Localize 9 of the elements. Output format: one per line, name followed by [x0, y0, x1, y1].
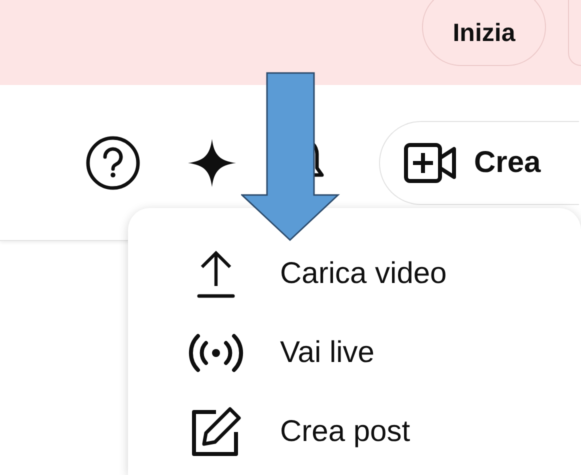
create-button[interactable]: Crea: [379, 121, 579, 205]
menu-item[interactable]: Crea post: [128, 392, 581, 471]
broadcast-icon: [188, 332, 244, 372]
help-icon[interactable]: [85, 135, 141, 191]
menu-item[interactable]: Carica video: [128, 234, 581, 313]
edit-icon: [190, 406, 242, 458]
sparkle-icon[interactable]: [187, 138, 237, 188]
start-button[interactable]: Inizia: [422, 0, 546, 66]
menu-item[interactable]: Vai live: [128, 313, 581, 392]
